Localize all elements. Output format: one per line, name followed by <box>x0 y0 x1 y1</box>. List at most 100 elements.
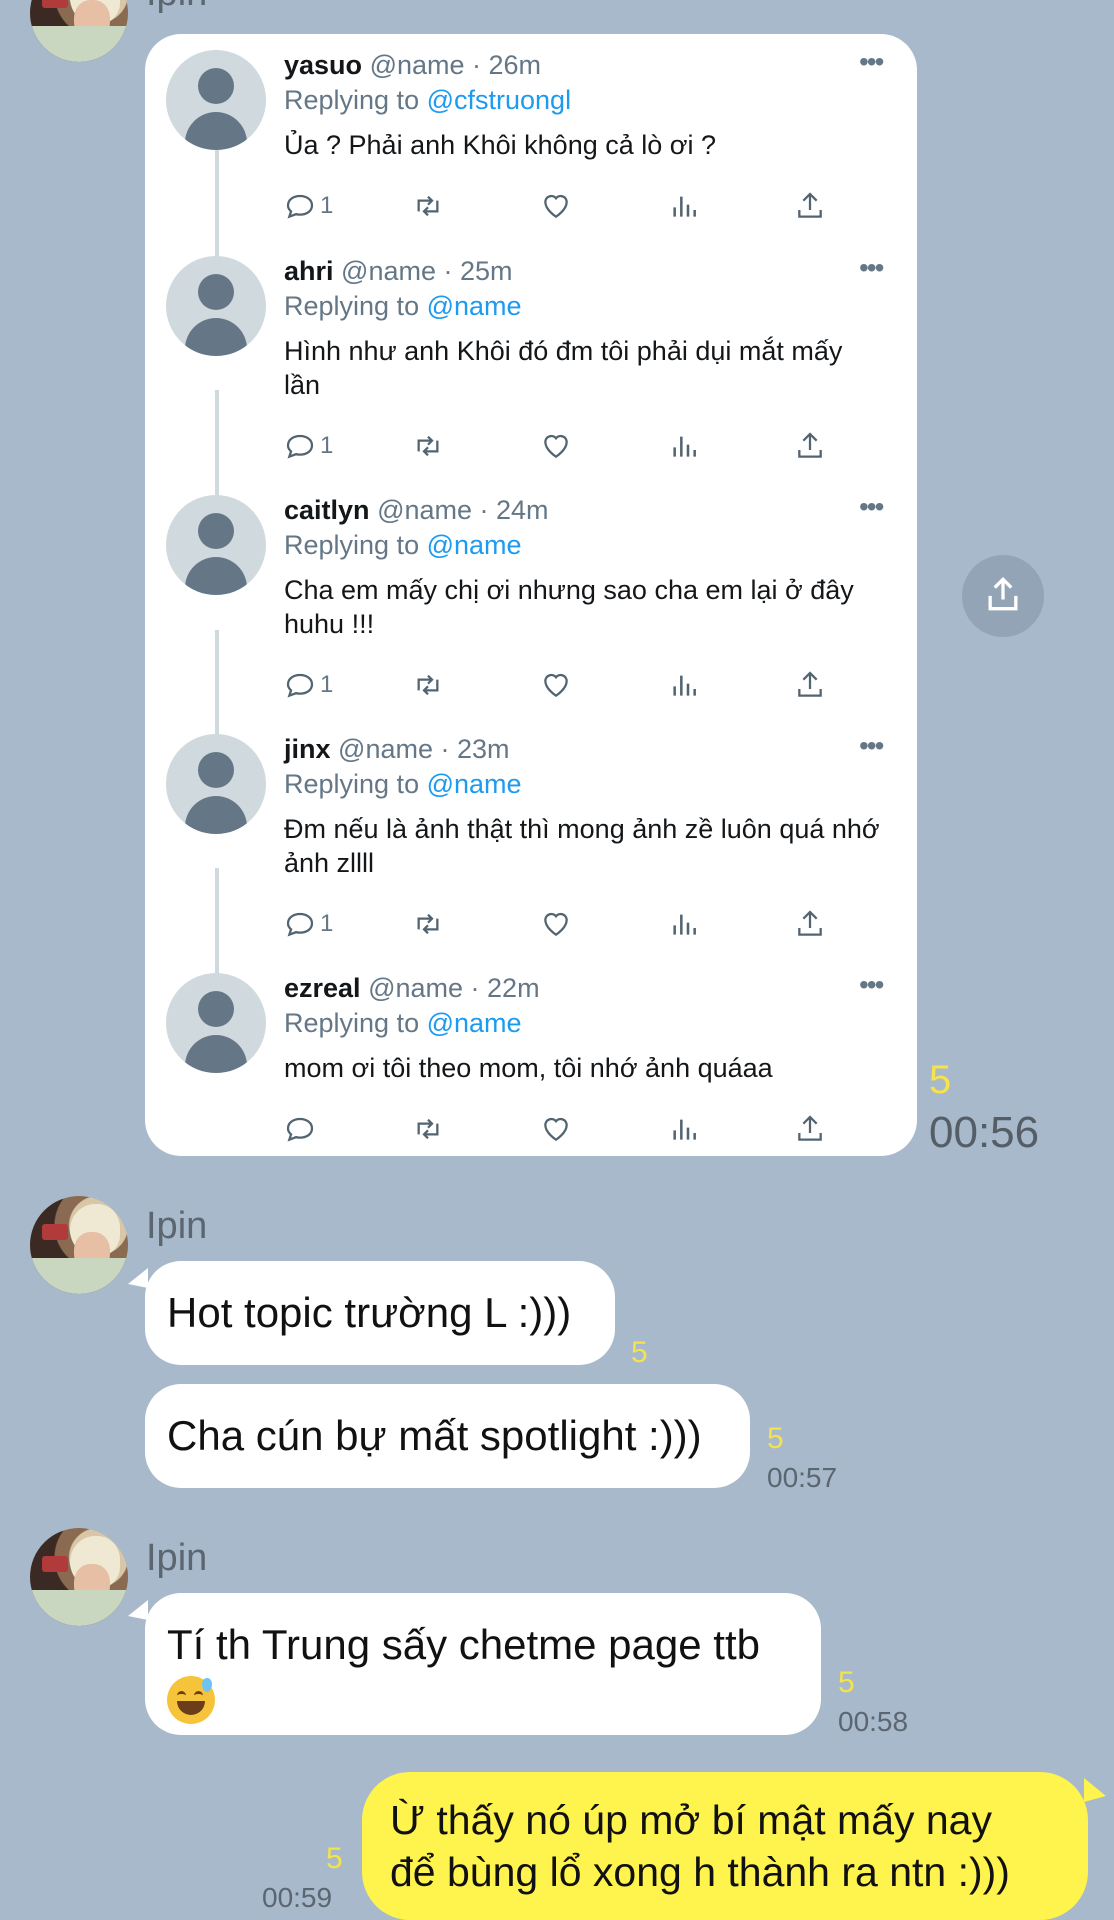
tweet-item: caitlyn @name · 24m ••• Replying to @nam… <box>145 479 917 719</box>
message-text: Ừ thấy nó úp mở bí mật mấy nay <box>390 1797 992 1843</box>
replying-label: Replying to <box>284 85 420 115</box>
heart-icon <box>540 1113 572 1145</box>
sweat-smile-emoji <box>167 1675 215 1724</box>
retweet-icon <box>412 190 444 222</box>
speech-bubble-icon <box>284 430 316 462</box>
sender-name: Ipin <box>146 0 207 15</box>
speech-bubble-icon <box>284 190 316 222</box>
tweet-avatar <box>166 256 266 356</box>
tweet-item: ezreal @name · 22m ••• Replying to @name… <box>145 957 917 1156</box>
bar-chart-icon <box>668 430 700 462</box>
tweet-avatar <box>166 734 266 834</box>
read-count: 5 <box>929 1058 952 1102</box>
more-icon: ••• <box>859 730 884 761</box>
replying-label: Replying to <box>284 291 420 321</box>
message-text: Cha cún bự mất spotlight :))) <box>167 1412 702 1459</box>
read-count: 5 <box>767 1422 784 1455</box>
tweet-username: caitlyn <box>284 495 370 525</box>
more-icon: ••• <box>859 491 884 522</box>
more-icon: ••• <box>859 969 884 1000</box>
retweet-icon <box>412 669 444 701</box>
speech-bubble-icon <box>284 669 316 701</box>
tweet-actions <box>284 1109 844 1149</box>
tweet-actions: 1 <box>284 186 844 226</box>
mention-link: @cfstruongl <box>426 85 572 115</box>
bar-chart-icon <box>668 908 700 940</box>
tweet-handle: @name <box>369 50 465 80</box>
message-bubble[interactable]: Cha cún bự mất spotlight :))) <box>145 1384 750 1488</box>
share-upload-icon <box>794 190 826 222</box>
retweet-icon <box>412 1113 444 1145</box>
share-upload-icon <box>794 430 826 462</box>
mention-link: @name <box>426 769 522 799</box>
tweet-text: Đm nếu là ảnh thật thì mong ảnh zề luôn … <box>284 814 880 878</box>
tweet-time: · 26m <box>472 50 542 80</box>
replying-label: Replying to <box>284 530 420 560</box>
bubble-tail <box>128 1268 148 1288</box>
message-time: 00:57 <box>767 1462 838 1493</box>
tweet-text: Ủa ? Phải anh Khôi không cả lò ơi ? <box>284 130 716 160</box>
tweet-text: Hình như anh Khôi đó đm tôi phải dụi mắt… <box>284 336 843 400</box>
tweet-handle: @name <box>368 973 464 1003</box>
reply-count: 1 <box>320 671 334 698</box>
tweet-screenshot-image[interactable]: yasuo @name · 26m ••• Replying to @cfstr… <box>145 34 917 1156</box>
tweet-item: jinx @name · 23m ••• Replying to @name Đ… <box>145 718 917 958</box>
message-time: 00:59 <box>262 1882 333 1913</box>
message-text: để bùng lổ xong h thành ra ntn :))) <box>390 1849 1010 1895</box>
tweet-item: yasuo @name · 26m ••• Replying to @cfstr… <box>145 34 917 274</box>
speech-bubble-icon <box>284 908 316 940</box>
sender-name: Ipin <box>146 1537 208 1579</box>
read-count: 5 <box>326 1842 343 1875</box>
tweet-avatar <box>166 973 266 1073</box>
tweet-handle: @name <box>341 256 436 286</box>
message-time: 00:56 <box>929 1108 1040 1157</box>
more-icon: ••• <box>859 252 884 283</box>
avatar[interactable] <box>30 1528 128 1626</box>
replying-label: Replying to <box>284 769 420 799</box>
tweet-username: ezreal <box>284 973 361 1003</box>
tweet-time: · 25m <box>443 256 513 286</box>
tweet-username: yasuo <box>284 50 363 80</box>
avatar[interactable] <box>30 1196 128 1294</box>
tweet-avatar <box>166 495 266 595</box>
bar-chart-icon <box>668 1113 700 1145</box>
read-count: 5 <box>631 1336 648 1369</box>
share-upload-icon <box>794 908 826 940</box>
tweet-handle: @name <box>377 495 473 525</box>
heart-icon <box>540 430 572 462</box>
bubble-tail <box>1084 1778 1106 1802</box>
share-upload-icon <box>981 572 1025 621</box>
reply-count: 1 <box>320 192 334 219</box>
message-text: Tí th Trung sấy chetme page ttb <box>167 1621 760 1668</box>
avatar[interactable] <box>30 0 128 62</box>
bubble-tail <box>128 1600 148 1620</box>
tweet-text: mom ơi tôi theo mom, tôi nhớ ảnh quáaa <box>284 1053 773 1083</box>
tweet-username: jinx <box>284 734 331 764</box>
tweet-username: ahri <box>284 256 334 286</box>
share-upload-icon <box>794 1113 826 1145</box>
heart-icon <box>540 190 572 222</box>
retweet-icon <box>412 430 444 462</box>
sender-name: Ipin <box>146 1205 208 1247</box>
retweet-icon <box>412 908 444 940</box>
more-icon: ••• <box>859 46 884 77</box>
my-message-bubble[interactable]: Ừ thấy nó úp mở bí mật mấy nay để bùng l… <box>362 1772 1088 1920</box>
tweet-time: · 24m <box>479 495 549 525</box>
reply-count: 1 <box>320 910 334 937</box>
message-bubble[interactable]: Tí th Trung sấy chetme page ttb <box>145 1593 821 1735</box>
tweet-text: Cha em mấy chị ơi nhưng sao cha em lại ở… <box>284 575 854 639</box>
message-time: 00:58 <box>838 1706 909 1737</box>
heart-icon <box>540 908 572 940</box>
message-text: Hot topic trường L :))) <box>167 1289 572 1336</box>
tweet-time: · 22m <box>470 973 540 1003</box>
tweet-actions: 1 <box>284 426 844 466</box>
tweet-item: ahri @name · 25m ••• Replying to @name H… <box>145 240 917 480</box>
tweet-handle: @name <box>338 734 433 764</box>
speech-bubble-icon <box>284 1113 316 1145</box>
share-button[interactable] <box>962 555 1044 637</box>
tweet-time: · 23m <box>440 734 510 764</box>
bar-chart-icon <box>668 669 700 701</box>
read-count: 5 <box>838 1666 855 1699</box>
message-bubble[interactable]: Hot topic trường L :))) <box>145 1261 615 1365</box>
tweet-avatar <box>166 50 266 150</box>
